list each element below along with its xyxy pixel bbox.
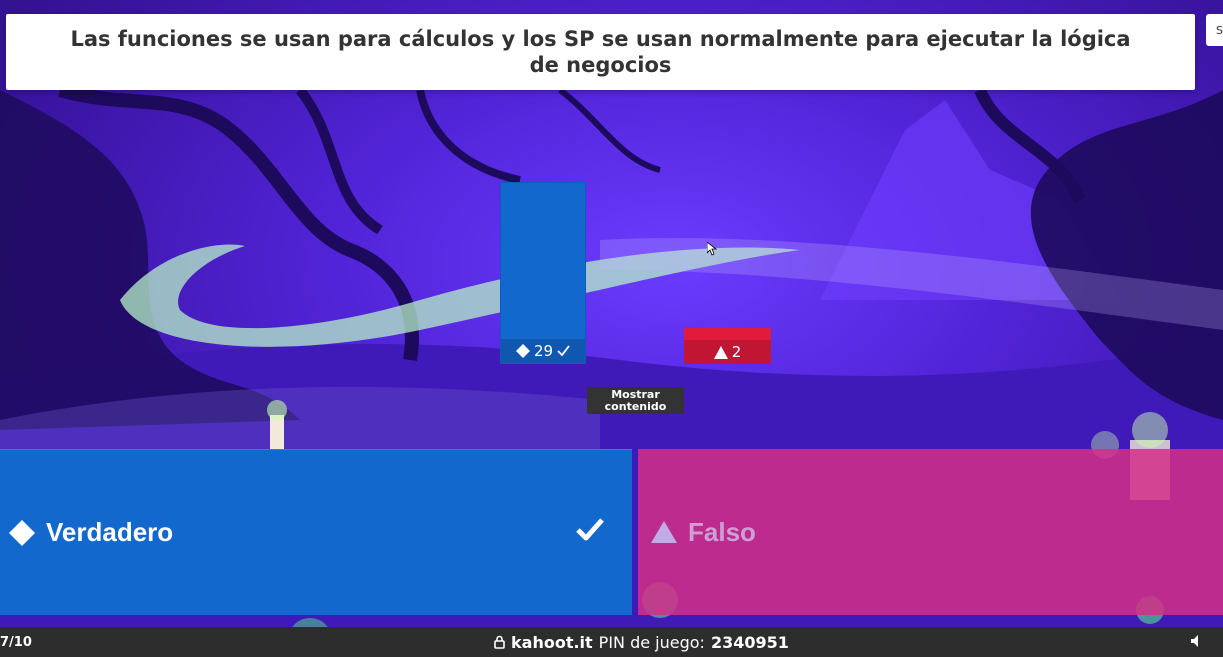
corner-button[interactable]: S bbox=[1206, 14, 1223, 46]
answer-label: Falso bbox=[688, 516, 756, 547]
show-content-button[interactable]: Mostrar contenido bbox=[587, 387, 684, 414]
mouse-cursor-icon bbox=[707, 242, 717, 256]
triangle-icon bbox=[650, 518, 678, 546]
answer-label: Verdadero bbox=[46, 517, 174, 547]
answer-falso[interactable]: Falso bbox=[638, 449, 1223, 615]
game-stage: Las funciones se usan para cálculos y lo… bbox=[0, 0, 1223, 657]
diamond-icon bbox=[8, 519, 36, 547]
result-bar-label: 2 bbox=[684, 340, 771, 364]
speaker-icon[interactable] bbox=[1190, 634, 1204, 648]
result-count: 2 bbox=[731, 343, 742, 361]
check-icon bbox=[557, 345, 570, 357]
diamond-icon bbox=[515, 344, 530, 358]
question-progress: 7/10 bbox=[0, 634, 32, 650]
pin-label: PIN de juego: bbox=[598, 632, 705, 652]
game-pin: 2340951 bbox=[710, 632, 789, 652]
lock-icon bbox=[494, 635, 505, 649]
game-pin-info: kahoot.it PIN de juego: 2340951 bbox=[494, 633, 789, 652]
question-text: Las funciones se usan para cálculos y lo… bbox=[70, 27, 1131, 77]
result-bar-verdadero: 29 bbox=[500, 182, 586, 364]
result-bar-label: 29 bbox=[501, 339, 585, 363]
question-card: Las funciones se usan para cálculos y lo… bbox=[6, 14, 1195, 90]
footer-bar: 7/10 kahoot.it PIN de juego: 2340951 bbox=[0, 627, 1223, 657]
correct-check-icon bbox=[576, 518, 604, 541]
result-bar-falso: 2 bbox=[684, 328, 771, 364]
triangle-icon bbox=[713, 345, 728, 359]
result-count: 29 bbox=[533, 342, 554, 360]
site-name: kahoot.it bbox=[511, 632, 593, 652]
answer-verdadero[interactable]: Verdadero bbox=[0, 449, 632, 615]
